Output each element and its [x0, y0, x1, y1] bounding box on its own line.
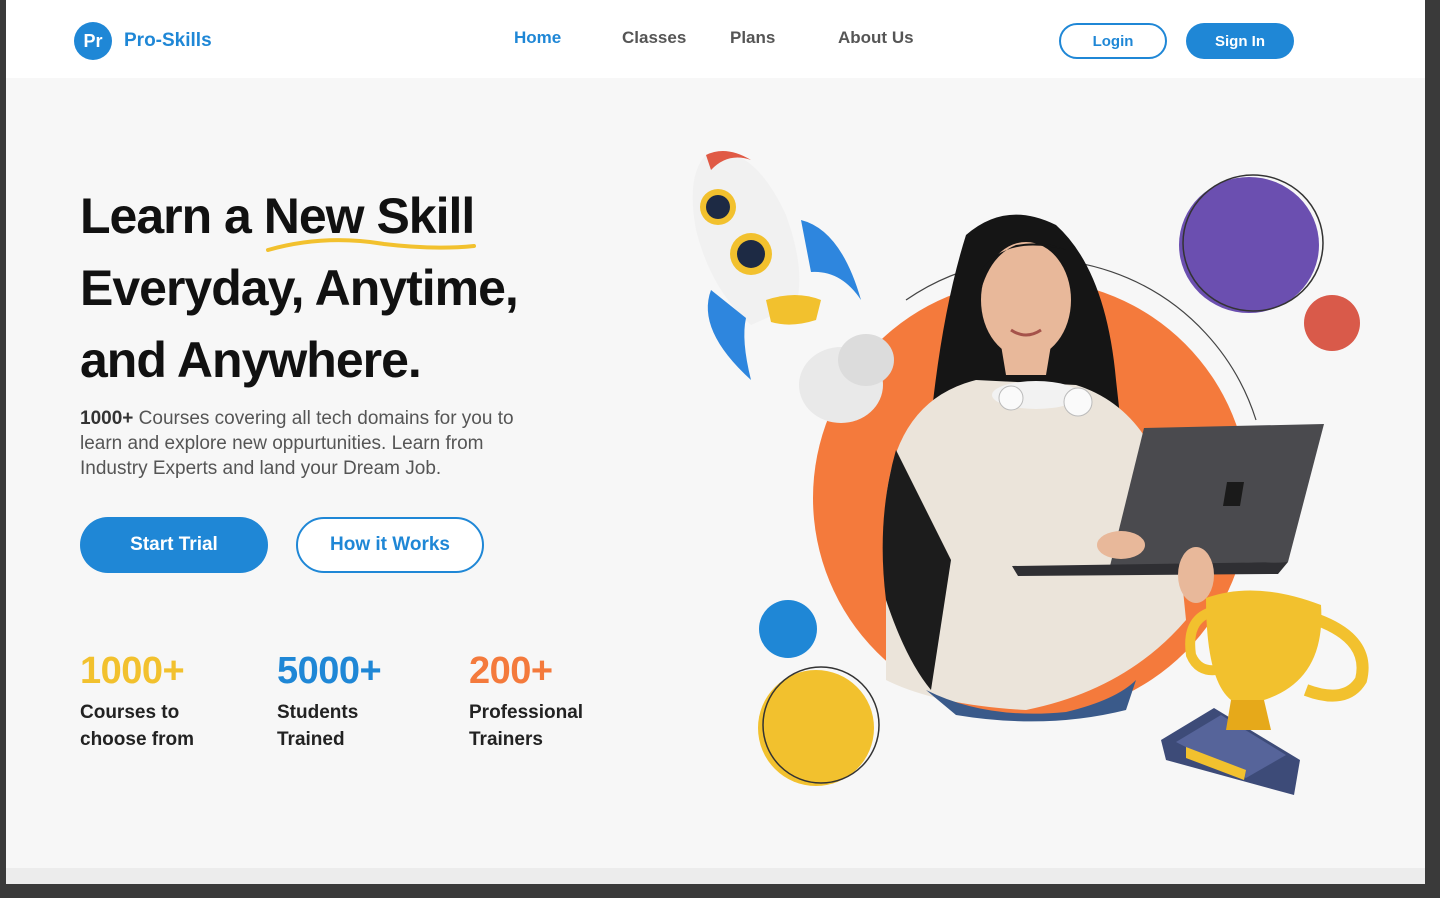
nav-home[interactable]: Home: [514, 28, 561, 48]
stat-courses: 1000+ Courses to choose from: [80, 650, 194, 753]
red-dot: [1304, 295, 1360, 351]
stat-students-label-line-1: Students: [277, 702, 359, 723]
stat-students-label: Students Trained: [277, 699, 381, 753]
stat-courses-label: Courses to choose from: [80, 699, 194, 753]
highlight-new-skill: New Skill: [264, 180, 476, 252]
top-navbar: Pr Pro-Skills Home Classes Plans About U…: [6, 0, 1425, 78]
page-bottom-strip: [6, 868, 1425, 884]
stat-students-label-line-2: Trained: [277, 729, 345, 750]
nav-classes[interactable]: Classes: [622, 28, 686, 48]
yellow-blob-outline: [762, 666, 880, 784]
hero-title: Learn a New Skill Everyday, Anytime, and…: [80, 180, 600, 396]
hero-title-prefix: Learn a: [80, 188, 264, 244]
stat-students-number: 5000+: [277, 650, 382, 692]
hero-description: 1000+ Courses covering all tech domains …: [80, 406, 550, 481]
stat-courses-number: 1000+: [80, 650, 185, 692]
logo-badge: Pr: [74, 22, 112, 60]
rocket-icon: [692, 151, 894, 423]
trophy-icon: [1161, 590, 1369, 795]
hero-title-line-2: Everyday, Anytime,: [80, 260, 519, 316]
nav-plans[interactable]: Plans: [730, 28, 775, 48]
student-photo: [882, 214, 1186, 722]
hero-description-text: Courses covering all tech domains for yo…: [80, 408, 514, 479]
nav-about-us[interactable]: About Us: [838, 28, 914, 48]
orange-circle: [813, 280, 1249, 716]
stat-trainers-number: 200+: [469, 650, 553, 692]
hero-title-line-1: Learn a New Skill: [80, 180, 600, 252]
landing-page: Pr Pro-Skills Home Classes Plans About U…: [6, 0, 1425, 884]
blue-dot: [759, 600, 817, 658]
laptop-icon: [1012, 424, 1324, 603]
brand-name: Pro-Skills: [124, 30, 212, 51]
stat-trainers-label-line-2: Trainers: [469, 729, 543, 750]
purple-blob: [1179, 177, 1319, 313]
stat-trainers: 200+ Professional Trainers: [469, 650, 583, 753]
orbit-line: [905, 258, 1257, 421]
underline-squiggle: [265, 238, 476, 252]
hero-description-count: 1000+: [80, 408, 134, 429]
how-it-works-button[interactable]: How it Works: [296, 517, 484, 573]
stat-courses-label-line-2: choose from: [80, 729, 195, 750]
purple-blob-outline: [1182, 174, 1324, 312]
stat-trainers-label: Professional Trainers: [469, 699, 583, 753]
stat-students: 5000+ Students Trained: [277, 650, 382, 753]
login-button[interactable]: Login: [1059, 23, 1167, 59]
hero-title-line-3: and Anywhere.: [80, 332, 422, 388]
stat-trainers-label-line-1: Professional: [469, 702, 584, 723]
sign-in-button[interactable]: Sign In: [1186, 23, 1294, 59]
stat-courses-label-line-1: Courses to: [80, 702, 180, 723]
start-trial-button[interactable]: Start Trial: [80, 517, 268, 573]
brand-logo[interactable]: Pr Pro-Skills: [74, 22, 212, 60]
yellow-blob: [758, 670, 874, 786]
